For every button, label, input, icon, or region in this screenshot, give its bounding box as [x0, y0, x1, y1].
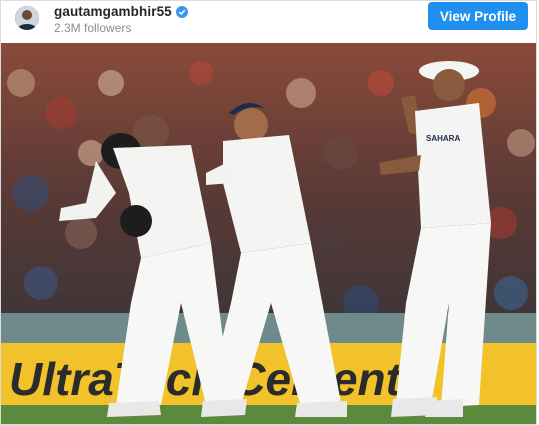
- avatar-icon[interactable]: [15, 6, 39, 30]
- view-profile-button[interactable]: View Profile: [428, 2, 528, 30]
- shirt-sponsor-text: SAHARA: [426, 134, 460, 143]
- post-photo[interactable]: UltraTech Cement: [1, 43, 536, 424]
- post-header: gautamgambhir55 2.3M followers View Prof…: [1, 1, 536, 43]
- username-link[interactable]: gautamgambhir55: [54, 4, 172, 19]
- verified-badge-icon: [175, 5, 188, 18]
- instagram-embed-card: gautamgambhir55 2.3M followers View Prof…: [0, 0, 537, 425]
- user-info: gautamgambhir55 2.3M followers: [54, 3, 188, 35]
- followers-count: 2.3M followers: [54, 21, 132, 35]
